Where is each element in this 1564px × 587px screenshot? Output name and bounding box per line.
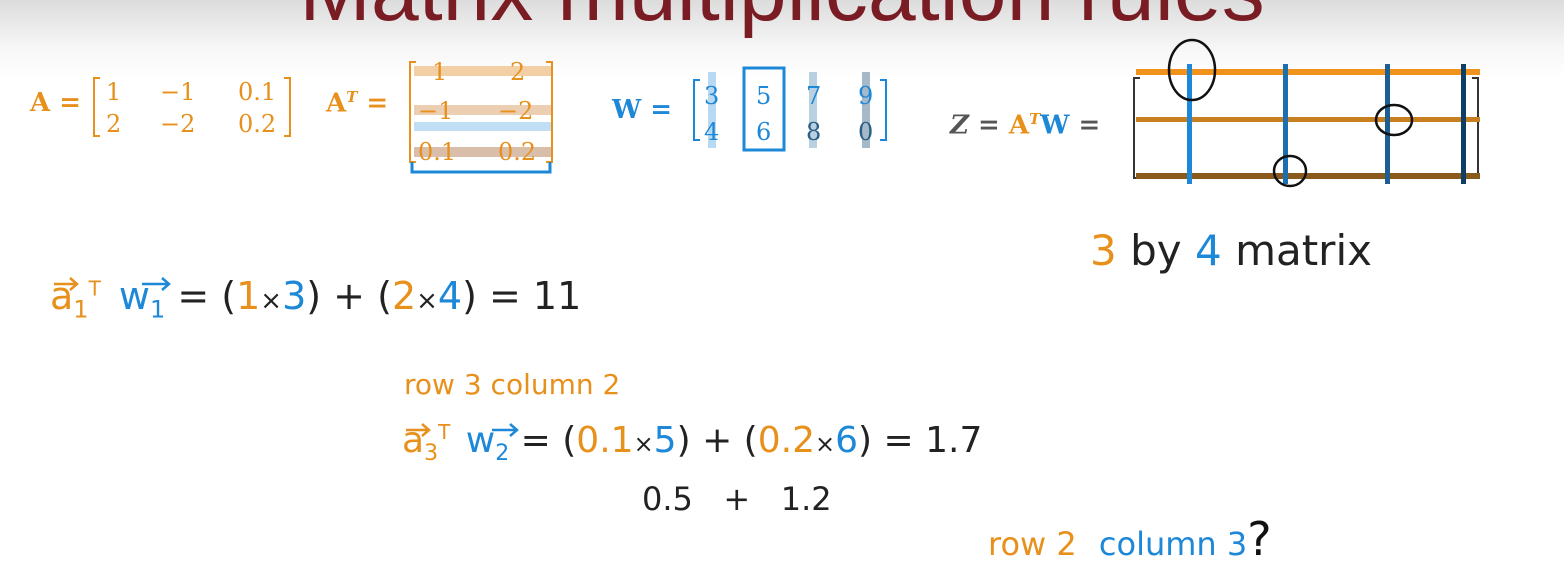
matrix-z-a: A [1008,110,1030,141]
eq2-open: = ( [520,420,577,461]
matrix-a-label: A = [30,88,82,118]
matrix-a-cell: 0.1 [238,78,277,106]
row3-col2-note: row 3 column 2 [404,368,621,401]
eq1-x1: × [260,286,283,316]
matrix-w-cell: 6 [756,118,772,146]
matrix-w-cell: 5 [756,82,772,110]
eq1-open: = ( [177,274,237,318]
matrix-at-sup: T [346,88,358,106]
size-cols: 4 [1194,226,1222,275]
matrix-a-cell: 1 [106,78,122,106]
matrix-z-label: Z = ATW = [950,110,1100,141]
eq2-n3: 0.2 [757,420,815,461]
matrix-at-cell: 0.2 [498,138,537,166]
eq2-n4: 6 [835,420,858,461]
matrix-z-w: W [1040,110,1070,141]
eq1-t: T [88,276,101,301]
eq2-close: ) = 1.7 [858,420,983,461]
matrix-a-cell: 0.2 [238,110,277,138]
matrix-z-sup: T [1029,110,1041,128]
eq1-a-sub: 1 [73,295,89,324]
matrix-at-cell: 1 [432,58,448,86]
eq2-w: w [465,420,496,461]
eq2-a-sub: 3 [424,441,439,467]
eq1-w-sub: 1 [149,295,166,324]
question-mark: ? [1247,512,1272,566]
matrix-a-cell: 2 [106,110,122,138]
eq1-x2: × [416,286,438,316]
matrix-at-letter: A [326,88,347,119]
question-note: row 2 column 3? [988,512,1272,566]
matrix-at-cell: −2 [498,97,534,125]
matrix-w-cell: 4 [704,118,720,146]
eq1-n1: 1 [236,274,261,318]
matrix-a-cell: −2 [160,110,196,138]
matrix-at-label: AT = [326,88,388,119]
size-matrix: matrix [1235,226,1372,275]
matrix-at-cell: 0.1 [418,138,457,166]
equation-1: a1T w1 = (1×3) + (2×4) = 11 [50,274,581,324]
matrix-w-cell: 8 [806,118,822,146]
eq1-mid: ) + ( [306,274,392,318]
eq1-n2: 3 [282,274,307,318]
eq2-w-sub: 2 [495,441,510,467]
eq1-close: ) = 11 [462,274,582,318]
size-rows: 3 [1090,226,1117,275]
eq2-n2: 5 [653,420,677,461]
matrix-w-cell: 3 [704,82,720,110]
eq2-x1: × [633,430,654,458]
partial-sum-note: 0.5 + 1.2 [642,480,832,518]
matrix-z-eq1: = [968,110,1009,141]
eq1-n4: 4 [437,274,463,318]
matrix-z-eq2: = [1069,110,1101,141]
matrix-w-cell: 7 [806,82,822,110]
eq2-x2: × [814,430,836,458]
question-row: row 2 [988,525,1077,563]
matrix-at-cell: −1 [418,97,454,125]
matrix-size-note: 3 by 4 matrix [1090,226,1372,275]
matrix-w-cell: 9 [858,82,874,110]
size-by: by [1130,226,1182,275]
eq2-n1: 0.1 [576,420,634,461]
equation-2: a3T w2 = (0.1×5) + (0.2×6) = 1.7 [402,420,982,466]
eq1-a: a [50,274,74,318]
eq2-a: a [402,420,425,461]
eq1-n3: 2 [391,274,417,318]
matrix-w-cell: 0 [858,118,874,146]
question-col: column 3 [1098,525,1248,563]
matrix-at-cell: 2 [510,58,526,86]
matrix-a-cell: −1 [160,78,196,106]
eq1-w: w [118,274,150,318]
eq2-mid: ) + ( [676,420,758,461]
matrix-w-label: W = [612,95,673,125]
matrix-at-eq: = [366,88,389,119]
eq2-t: T [438,420,451,444]
matrix-z-letter: Z [950,110,969,141]
result-matrix-grid [1133,38,1480,188]
